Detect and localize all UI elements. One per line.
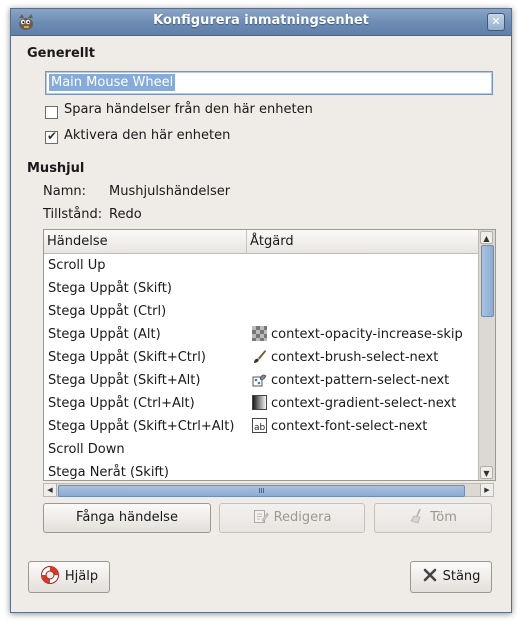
close-window-icon[interactable]: ✕	[487, 13, 505, 31]
enable-device-label[interactable]: Aktivera den här enheten	[64, 128, 230, 143]
action-text: context-brush-select-next	[271, 350, 439, 365]
event-cell: Scroll Down	[48, 442, 125, 457]
table-row[interactable]: Stega Uppåt (Skift)	[44, 277, 478, 300]
action-cell: ab context-font-select-next	[252, 415, 427, 438]
action-text: context-gradient-select-next	[271, 396, 457, 411]
state-label: Tillstånd:	[43, 207, 103, 222]
close-button[interactable]: Stäng	[410, 561, 492, 593]
clear-button[interactable]: Töm	[374, 503, 492, 533]
action-text: context-opacity-increase-skip	[271, 327, 463, 342]
table-row[interactable]: Stega Uppåt (Skift+Ctrl+Alt) ab context-…	[44, 415, 478, 438]
scroll-down-arrow-icon[interactable]: ▼	[480, 466, 493, 479]
scroll-up-arrow-icon[interactable]: ▲	[480, 231, 493, 244]
opacity-icon	[252, 326, 267, 341]
state-value: Redo	[109, 207, 142, 222]
action-text: context-font-select-next	[271, 419, 428, 434]
event-cell: Stega Uppåt (Ctrl)	[48, 304, 167, 319]
window-title: Konfigurera inmatningsenhet	[153, 13, 369, 28]
action-cell: context-brush-select-next	[252, 346, 438, 369]
edit-icon	[253, 510, 269, 523]
general-heading: Generellt	[27, 46, 95, 61]
horizontal-scrollbar[interactable]: ◀ III ▶	[43, 483, 494, 497]
mouse-wheel-heading: Mushjul	[27, 161, 85, 176]
event-cell: Stega Uppåt (Ctrl+Alt)	[48, 396, 195, 411]
vertical-scrollbar[interactable]: ▲ ▼	[478, 230, 495, 480]
column-header-action[interactable]: Åtgärd	[247, 230, 478, 254]
clear-label: Töm	[430, 510, 457, 525]
table-row[interactable]: Stega Uppåt (Ctrl)	[44, 300, 478, 323]
close-x-icon	[423, 568, 436, 582]
event-cell: Stega Uppåt (Skift+Ctrl)	[48, 350, 206, 365]
svg-text:ab: ab	[254, 423, 266, 433]
gradient-icon	[252, 395, 267, 410]
event-cell: Stega Uppåt (Skift)	[48, 281, 172, 296]
checkmark-icon: ✔	[47, 129, 58, 143]
edit-label: Redigera	[273, 510, 332, 525]
event-cell: Stega Neråt (Skift)	[48, 465, 169, 479]
save-events-checkbox[interactable]	[45, 106, 58, 119]
table-row[interactable]: Stega Uppåt (Skift+Alt) context-pattern-…	[44, 369, 478, 392]
help-button[interactable]: Hjälp	[28, 561, 110, 593]
grab-event-label: Fånga händelse	[76, 510, 178, 525]
font-icon: ab	[252, 418, 267, 433]
lifebuoy-help-icon	[40, 566, 59, 584]
name-label: Namn:	[43, 184, 86, 199]
save-events-label[interactable]: Spara händelser från den här enheten	[64, 102, 313, 117]
event-action-table[interactable]: Händelse Åtgärd Scroll Up Stega Uppåt (S…	[43, 229, 496, 481]
close-label: Stäng	[442, 569, 481, 584]
action-cell: context-opacity-increase-skip	[252, 323, 463, 346]
help-label: Hjälp	[64, 569, 99, 584]
brush-icon	[254, 350, 266, 363]
grab-event-button[interactable]: Fånga händelse	[43, 503, 211, 533]
title-bar[interactable]: Konfigurera inmatningsenhet ✕	[11, 9, 511, 36]
table-row[interactable]: Scroll Up	[44, 254, 478, 277]
device-name-value: Main Mouse Wheel	[49, 74, 176, 91]
action-text: context-pattern-select-next	[271, 373, 450, 388]
scroll-left-arrow-icon[interactable]: ◀	[44, 484, 57, 496]
event-cell: Stega Uppåt (Alt)	[48, 327, 161, 342]
dialog-window: Konfigurera inmatningsenhet ✕ Generellt …	[10, 8, 512, 613]
column-header-event[interactable]: Händelse	[44, 230, 247, 254]
vertical-scroll-thumb[interactable]	[481, 245, 494, 317]
scroll-right-arrow-icon[interactable]: ▶	[480, 484, 493, 496]
pattern-icon	[252, 374, 267, 387]
device-name-input[interactable]: Main Mouse Wheel	[45, 71, 493, 95]
broom-icon	[410, 508, 421, 524]
action-cell: context-pattern-select-next	[252, 369, 449, 392]
edit-button[interactable]: Redigera	[219, 503, 365, 533]
event-cell: Stega Uppåt (Skift+Ctrl+Alt)	[48, 419, 235, 434]
action-cell: context-gradient-select-next	[252, 392, 456, 415]
event-cell: Scroll Up	[48, 258, 106, 273]
name-value: Mushjulshändelser	[109, 184, 231, 199]
horizontal-scroll-thumb[interactable]: III	[58, 485, 465, 497]
table-row[interactable]: Stega Uppåt (Ctrl+Alt) context-gradient-…	[44, 392, 478, 415]
table-row[interactable]: Scroll Down	[44, 438, 478, 461]
enable-device-checkbox[interactable]: ✔	[45, 129, 58, 144]
table-row[interactable]: Stega Neråt (Skift)	[44, 461, 478, 479]
event-cell: Stega Uppåt (Skift+Alt)	[48, 373, 201, 388]
table-row[interactable]: Stega Uppåt (Alt) context-opacity-increa…	[44, 323, 478, 346]
table-row[interactable]: Stega Uppåt (Skift+Ctrl) context-brush-s…	[44, 346, 478, 369]
